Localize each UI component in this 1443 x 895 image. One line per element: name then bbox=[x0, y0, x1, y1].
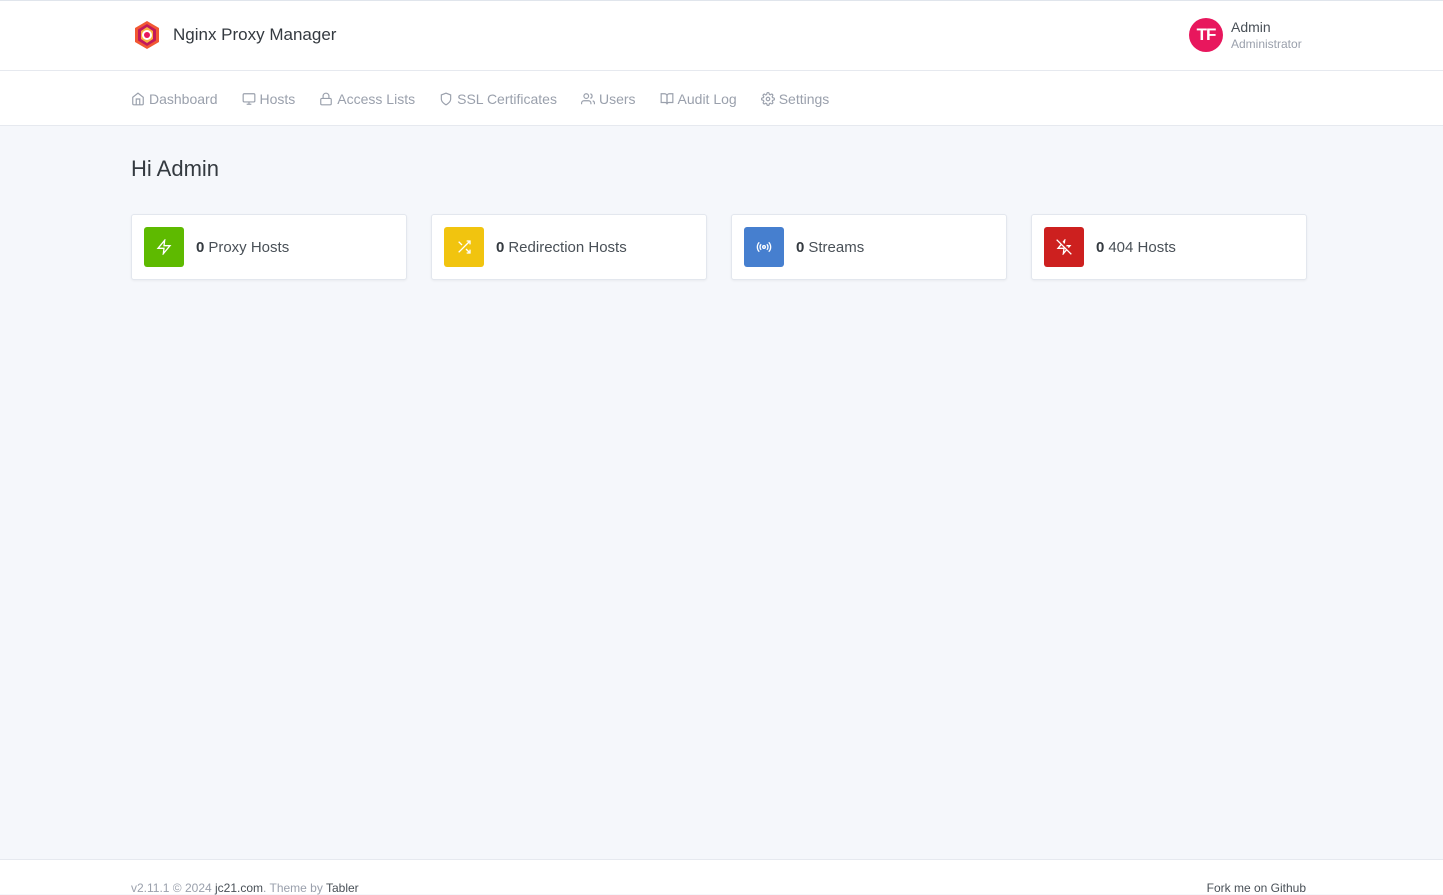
nav-label: Users bbox=[598, 90, 636, 107]
footer: v2.11.1 © 2024 jc21.com. Theme by Tabler… bbox=[0, 859, 1443, 895]
card-label: Streams bbox=[808, 238, 865, 256]
shuffle-icon bbox=[458, 240, 471, 254]
card-icon-box bbox=[1044, 227, 1084, 267]
theme-text: . Theme by bbox=[263, 881, 326, 895]
zap-icon bbox=[156, 239, 172, 255]
card-icon-box bbox=[744, 227, 784, 267]
version-text: v2.11.1 © 2024 bbox=[131, 881, 216, 895]
zap-off-icon bbox=[1056, 239, 1072, 255]
nav-label: Settings bbox=[778, 90, 830, 107]
book-icon bbox=[660, 92, 673, 104]
card-label: Redirection Hosts bbox=[508, 238, 627, 256]
card-proxy-hosts[interactable]: 0 Proxy Hosts bbox=[131, 214, 407, 280]
nav-item-dashboard[interactable]: Dashboard bbox=[131, 91, 218, 107]
nav-item-hosts[interactable]: Hosts bbox=[242, 90, 296, 107]
lock-icon bbox=[320, 92, 333, 105]
card-text: 0 404 Hosts bbox=[1096, 239, 1176, 256]
users-icon bbox=[580, 92, 595, 104]
nav-item-access-lists[interactable]: Access Lists bbox=[319, 91, 415, 107]
page-title: Hi Admin bbox=[131, 156, 220, 181]
nav-item-settings[interactable]: Settings bbox=[760, 90, 830, 107]
radio-icon bbox=[756, 241, 772, 253]
card-count: 0 bbox=[196, 238, 205, 256]
footer-credits: v2.11.1 © 2024 jc21.com. Theme by Tabler bbox=[131, 881, 359, 895]
nav-label: Access Lists bbox=[337, 90, 416, 107]
theme-link[interactable]: Tabler bbox=[326, 881, 359, 895]
gear-icon bbox=[760, 91, 775, 106]
card-count: 0 bbox=[496, 238, 505, 256]
card-count: 0 bbox=[796, 238, 805, 256]
nav-label: SSL Certificates bbox=[457, 90, 557, 107]
nav-item-users[interactable]: Users bbox=[580, 90, 636, 107]
card-text: 0 Proxy Hosts bbox=[196, 239, 289, 256]
home-icon bbox=[132, 91, 144, 105]
card-streams[interactable]: 0 Streams bbox=[731, 214, 1007, 280]
card-label: 404 Hosts bbox=[1108, 238, 1176, 256]
nginx-proxy-manager-logo-icon bbox=[135, 21, 159, 49]
nav-item-ssl-certificates[interactable]: SSL Certificates bbox=[439, 91, 557, 107]
monitor-icon bbox=[242, 92, 255, 105]
card-redirection-hosts[interactable]: 0 Redirection Hosts bbox=[431, 214, 707, 280]
card-404-hosts[interactable]: 0 404 Hosts bbox=[1031, 214, 1307, 280]
card-icon-box bbox=[444, 227, 484, 267]
avatar: TF bbox=[1189, 18, 1223, 52]
top-header: Nginx Proxy Manager TF Admin Administrat… bbox=[0, 0, 1443, 71]
app-name: Nginx Proxy Manager bbox=[173, 25, 337, 44]
stats-cards: 0 Proxy Hosts 0 Redirection Hosts 0 Streams… bbox=[131, 214, 1307, 280]
nav-item-audit-log[interactable]: Audit Log bbox=[660, 91, 737, 107]
nav-label: Audit Log bbox=[677, 90, 737, 107]
main-nav: Dashboard Hosts Access Lists SSL Certifi… bbox=[131, 71, 853, 126]
card-icon-box bbox=[144, 227, 184, 267]
card-label: Proxy Hosts bbox=[208, 238, 290, 256]
card-text: 0 Redirection Hosts bbox=[496, 239, 627, 256]
user-role: Administrator bbox=[1231, 37, 1302, 51]
card-text: 0 Streams bbox=[796, 239, 864, 256]
nav-label: Hosts bbox=[259, 90, 296, 107]
site-link[interactable]: jc21.com bbox=[215, 881, 263, 895]
card-count: 0 bbox=[1096, 238, 1105, 256]
github-link[interactable]: Fork me on Github bbox=[1207, 881, 1306, 895]
user-name: Admin bbox=[1231, 19, 1271, 35]
nav-label: Dashboard bbox=[149, 90, 218, 107]
shield-icon bbox=[440, 92, 452, 105]
brand[interactable]: Nginx Proxy Manager bbox=[131, 19, 336, 51]
user-menu[interactable]: TF Admin Administrator bbox=[1189, 18, 1302, 52]
nav-bar: Dashboard Hosts Access Lists SSL Certifi… bbox=[0, 71, 1443, 126]
